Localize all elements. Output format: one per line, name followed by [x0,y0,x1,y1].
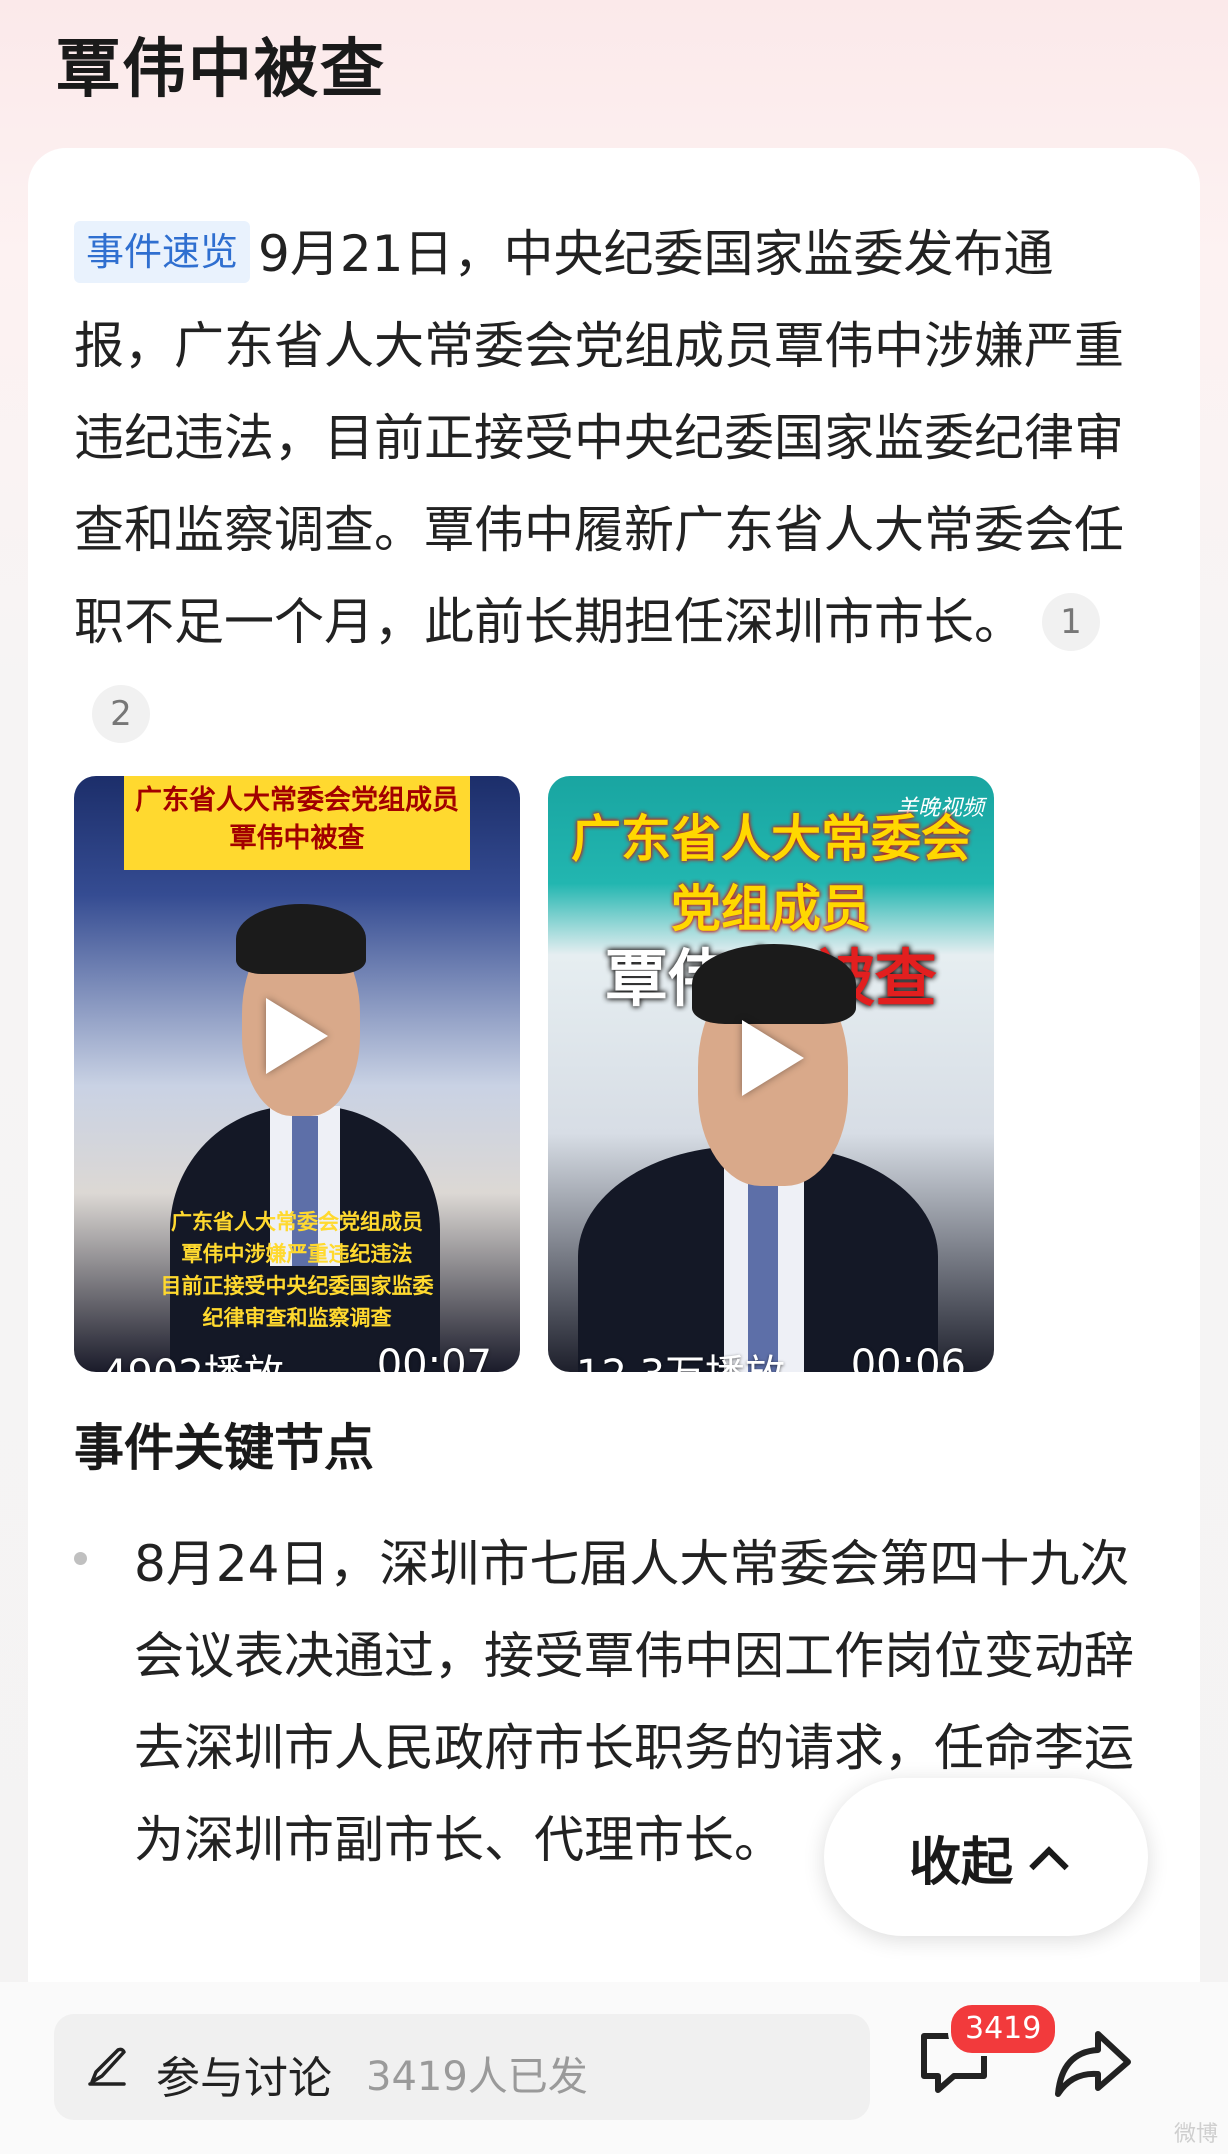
video-banner: 广东省人大常委会党组成员 覃伟中被查 [124,776,470,870]
bullet-icon [74,1552,87,1565]
video-card-2[interactable]: 羊晚视频 广东省人大常委会 党组成员 覃伟中 被查 12.3万播放 00:06 [548,776,994,1372]
bottom-bar: 参与讨论 3419人已发 3419 微博 [0,1982,1228,2154]
play-icon[interactable] [742,1020,804,1096]
discuss-label: 参与讨论 [156,2053,332,2104]
watermark: 微博 [1173,2122,1218,2147]
summary-tag: 事件速览 [74,221,251,283]
video-duration: 00:06 [850,1342,966,1372]
play-count: 12.3万播放 [576,1342,785,1372]
video-card-1[interactable]: 广东省人大常委会党组成员 覃伟中被查 广东省人大常委会党组成员 覃伟中涉嫌严重违… [74,776,520,1372]
video-duration: 00:07 [376,1342,492,1372]
video-banner-line: 覃伟中被查 [229,823,365,854]
share-icon[interactable] [1050,2020,1136,2106]
citation-1[interactable]: 1 [1042,593,1100,651]
video-caption: 广东省人大常委会党组成员 覃伟中涉嫌严重违纪违法 目前正接受中央纪委国家监委 纪… [160,1210,434,1330]
chevron-up-icon [1029,1846,1069,1886]
discuss-input[interactable]: 参与讨论 3419人已发 [54,2014,870,2120]
pen-icon [88,2047,126,2086]
key-events-heading: 事件关键节点 [74,1419,374,1477]
citation-2[interactable]: 2 [92,685,150,743]
comment-count-badge: 3419 [948,2002,1059,2056]
play-icon[interactable] [266,998,328,1074]
collapse-label: 收起 [908,1832,1013,1893]
summary-text: 9月21日，中央纪委国家监委发布通报，广东省人大常委会党组成员覃伟中涉嫌严重违纪… [74,225,1124,651]
page-title: 覃伟中被查 [56,33,386,107]
discuss-count: 3419人已发 [366,2054,588,2100]
play-count: 4902播放 [102,1342,284,1372]
collapse-button[interactable]: 收起 [824,1778,1148,1936]
video-banner-line: 广东省人大常委会党组成员 [135,785,459,816]
event-summary: 事件速览 9月21日，中央纪委国家监委发布通报，广东省人大常委会党组成员覃伟中涉嫌… [74,208,1144,760]
